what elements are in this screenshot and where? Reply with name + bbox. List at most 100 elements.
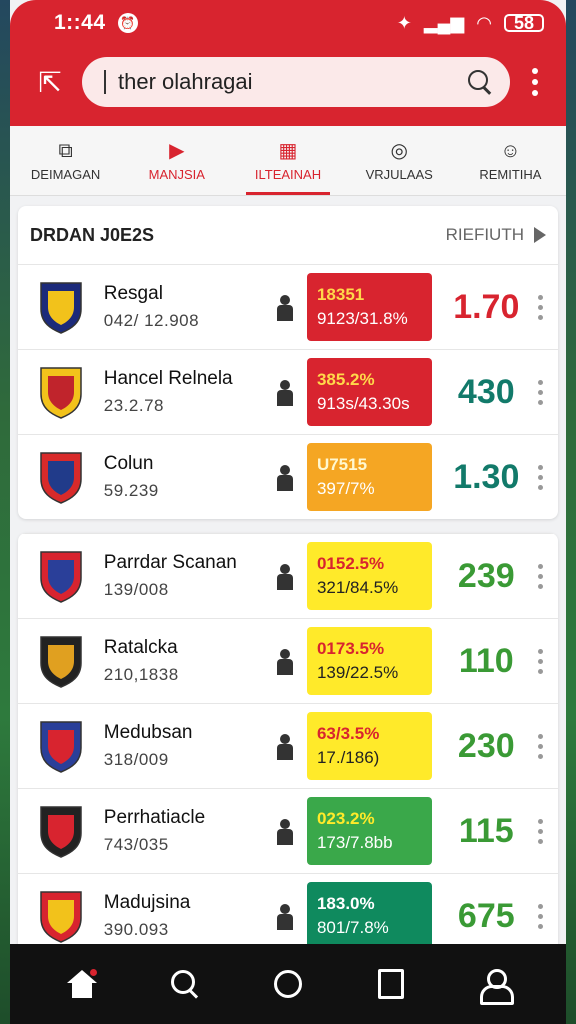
row-more-icon[interactable] bbox=[532, 898, 548, 934]
team-name: Ratalcka bbox=[103, 637, 178, 658]
tab-label: MANJSIA bbox=[148, 167, 205, 182]
row-more-icon[interactable] bbox=[532, 643, 548, 679]
team-logo bbox=[34, 717, 88, 775]
card-header: DRDAN J0E2S RIEFIUTH bbox=[18, 206, 558, 264]
odds-primary: 023.2% bbox=[316, 809, 375, 828]
see-more-link[interactable]: RIEFIUTH bbox=[446, 225, 546, 245]
match-row[interactable]: Parrdar Scanan 139/008 0152.5% 321/84.5% 239 bbox=[18, 533, 558, 618]
tab-label: REMITIHA bbox=[479, 167, 542, 182]
tab-0[interactable]: ⧉ DEIMAGAN bbox=[10, 126, 121, 195]
match-row[interactable]: Perrhatiacle 743/035 023.2% 173/7.8bb 115 bbox=[18, 788, 558, 873]
odds-primary: 0173.5% bbox=[316, 639, 385, 658]
person-icon bbox=[273, 728, 297, 764]
odds-primary: 183.0% bbox=[316, 894, 375, 913]
odds-primary: 63/3.5% bbox=[316, 724, 380, 743]
profile-nav-button[interactable] bbox=[469, 959, 519, 1009]
category-tabs: ⧉ DEIMAGAN ▶ MANJSIA ▦ ILTEAINAH ◎ VRJUL… bbox=[10, 126, 566, 196]
row-more-icon[interactable] bbox=[532, 728, 548, 764]
home-button[interactable] bbox=[57, 959, 107, 1009]
signal-icon: ▂▄▆ bbox=[423, 12, 465, 33]
match-row[interactable]: Colun 59.239 U7515 397/7% 1.30 bbox=[18, 434, 558, 519]
odds-value: 110 bbox=[458, 641, 514, 680]
team-logo bbox=[34, 632, 88, 690]
odds-box[interactable]: 385.2% 913s/43.30s bbox=[306, 358, 433, 426]
menu-kebab-icon[interactable] bbox=[520, 62, 550, 102]
compass-icon: ◎ bbox=[390, 140, 408, 162]
person-icon bbox=[273, 459, 297, 495]
text-caret bbox=[104, 70, 106, 94]
see-more-label: RIEFIUTH bbox=[445, 225, 524, 244]
odds-primary: U7515 bbox=[316, 455, 368, 474]
odds-secondary: 397/7% bbox=[316, 479, 375, 498]
section-title: DRDAN J0E2S bbox=[30, 224, 155, 245]
tab-2[interactable]: ▦ ILTEAINAH bbox=[232, 126, 343, 195]
circle-nav-button[interactable] bbox=[263, 959, 313, 1009]
odds-value: 430 bbox=[457, 372, 515, 411]
book-icon bbox=[378, 969, 405, 999]
person-icon bbox=[273, 898, 297, 934]
odds-box[interactable]: 63/3.5% 17./186) bbox=[306, 712, 433, 780]
search-icon[interactable] bbox=[466, 68, 494, 96]
odds-box[interactable]: 183.0% 801/7.8% bbox=[306, 882, 433, 950]
match-row[interactable]: Medubsan 318/009 63/3.5% 17./186) 230 bbox=[18, 703, 558, 788]
row-more-icon[interactable] bbox=[532, 558, 548, 594]
match-row[interactable]: Resgal 042/ 12.908 18351 9123/31.8% 1.70 bbox=[18, 264, 558, 349]
odds-box[interactable]: 18351 9123/31.8% bbox=[306, 273, 433, 341]
back-arrow-icon[interactable]: ⇱ bbox=[32, 64, 68, 100]
match-row[interactable]: Ratalcka 210,1838 0173.5% 139/22.5% 110 bbox=[18, 618, 558, 703]
odds-primary: 0152.5% bbox=[316, 554, 385, 573]
odds-value: 230 bbox=[457, 726, 515, 765]
odds-secondary: 9123/31.8% bbox=[316, 309, 408, 328]
odds-box[interactable]: 023.2% 173/7.8bb bbox=[306, 797, 433, 865]
person-icon bbox=[273, 558, 297, 594]
team-stats: 23.2.78 bbox=[103, 396, 164, 415]
circle-icon bbox=[273, 970, 302, 998]
tab-1[interactable]: ▶ MANJSIA bbox=[121, 126, 232, 195]
bottom-nav bbox=[10, 944, 566, 1024]
team-name: Perrhatiacle bbox=[103, 807, 206, 828]
match-row[interactable]: Hancel Relnela 23.2.78 385.2% 913s/43.30s 43… bbox=[18, 349, 558, 434]
team-stats: 210,1838 bbox=[103, 665, 179, 684]
row-more-icon[interactable] bbox=[532, 374, 548, 410]
battery-icon: 58 bbox=[504, 13, 544, 33]
search-input[interactable] bbox=[118, 69, 466, 95]
team-name: Resgal bbox=[103, 283, 163, 304]
team-stats: 743/035 bbox=[103, 835, 169, 854]
row-more-icon[interactable] bbox=[532, 289, 548, 325]
notification-dot bbox=[89, 969, 97, 976]
odds-secondary: 173/7.8bb bbox=[316, 833, 393, 852]
odds-secondary: 139/22.5% bbox=[316, 663, 399, 682]
odds-value: 1.30 bbox=[453, 457, 520, 496]
odds-secondary: 801/7.8% bbox=[316, 918, 389, 937]
odds-secondary: 913s/43.30s bbox=[316, 394, 410, 413]
odds-value: 1.70 bbox=[453, 287, 520, 326]
row-more-icon[interactable] bbox=[532, 459, 548, 495]
team-logo bbox=[34, 448, 88, 506]
team-logo bbox=[34, 363, 88, 421]
status-time: 1::44 bbox=[54, 11, 106, 34]
team-name: Hancel Relnela bbox=[103, 368, 233, 389]
odds-box[interactable]: U7515 397/7% bbox=[306, 443, 433, 511]
search-nav-button[interactable] bbox=[160, 959, 210, 1009]
wifi-icon: ◠ bbox=[476, 12, 492, 33]
search-bar[interactable] bbox=[82, 57, 510, 107]
team-name: Medubsan bbox=[103, 722, 193, 743]
tab-4[interactable]: ☺ REMITIHA bbox=[455, 126, 566, 195]
team-logo bbox=[34, 802, 88, 860]
person-icon bbox=[273, 643, 297, 679]
tab-label: VRJULAAS bbox=[365, 167, 433, 182]
odds-primary: 18351 bbox=[316, 285, 365, 304]
team-logo bbox=[34, 278, 88, 336]
row-more-icon[interactable] bbox=[532, 813, 548, 849]
odds-value: 115 bbox=[458, 811, 514, 850]
team-stats: 59.239 bbox=[103, 481, 159, 500]
odds-value: 675 bbox=[457, 896, 515, 935]
odds-box[interactable]: 0152.5% 321/84.5% bbox=[306, 542, 433, 610]
calendar-icon: ▦ bbox=[278, 140, 298, 162]
person-icon bbox=[273, 813, 297, 849]
team-stats: 042/ 12.908 bbox=[103, 311, 200, 330]
profile-icon: ☺ bbox=[500, 140, 521, 162]
tab-3[interactable]: ◎ VRJULAAS bbox=[344, 126, 455, 195]
odds-box[interactable]: 0173.5% 139/22.5% bbox=[306, 627, 433, 695]
bookmark-nav-button[interactable] bbox=[366, 959, 416, 1009]
